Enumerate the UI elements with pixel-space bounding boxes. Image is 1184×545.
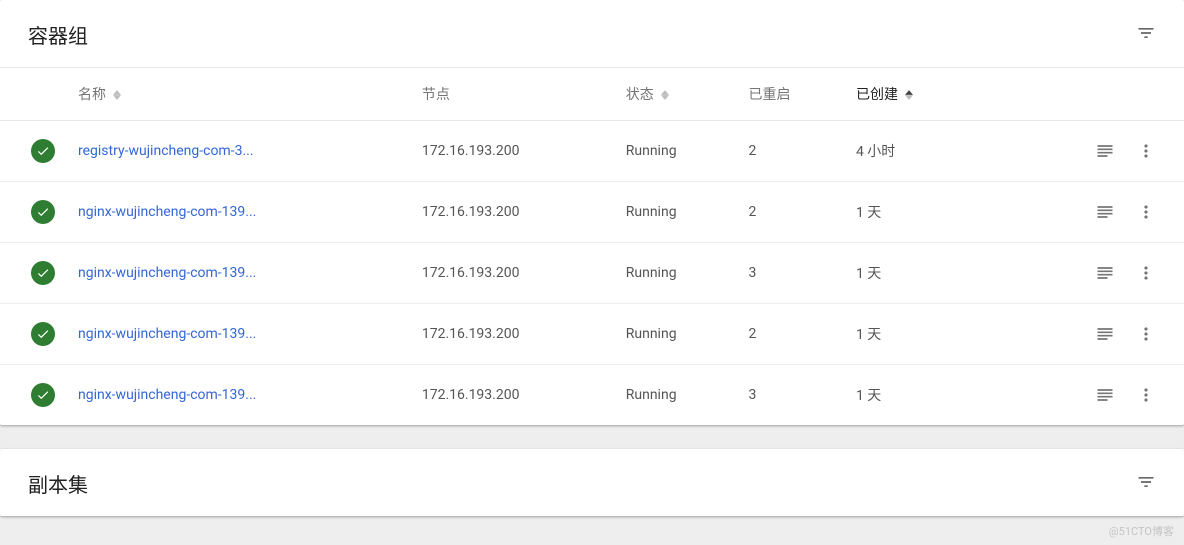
table-row: nginx-wujincheng-com-139... 172.16.193.2… [0,182,1184,243]
column-node[interactable]: 节点 [412,68,616,121]
restarted-cell: 3 [739,243,846,304]
pods-table: 名称 节点 状态 已重启 [0,67,1184,425]
pods-card: 容器组 名称 节点 状态 [0,0,1184,425]
logs-icon[interactable] [1095,385,1115,405]
check-circle-icon [31,200,55,224]
node-cell: 172.16.193.200 [412,182,616,243]
actions-cell [980,304,1184,365]
logs-icon[interactable] [1095,202,1115,222]
created-cell: 4 小时 [846,121,980,182]
pod-name-cell: nginx-wujincheng-com-139... [68,243,412,304]
filter-icon[interactable] [1136,472,1156,496]
table-row: nginx-wujincheng-com-139... 172.16.193.2… [0,365,1184,426]
pod-name-link[interactable]: nginx-wujincheng-com-139... [78,265,256,281]
column-created[interactable]: 已创建 [846,68,980,121]
column-restarted[interactable]: 已重启 [739,68,846,121]
status-indicator-cell [0,121,68,182]
sort-icon [905,90,913,100]
card-title: 容器组 [28,20,88,49]
status-cell: Running [616,121,739,182]
more-vert-icon[interactable] [1136,141,1156,161]
sort-icon [661,90,669,100]
column-restarted-label: 已重启 [749,87,791,103]
more-vert-icon[interactable] [1136,202,1156,222]
logs-icon[interactable] [1095,324,1115,344]
status-indicator-cell [0,182,68,243]
more-vert-icon[interactable] [1136,324,1156,344]
table-row: registry-wujincheng-com-3... 172.16.193.… [0,121,1184,182]
pod-name-link[interactable]: registry-wujincheng-com-3... [78,143,254,159]
status-indicator-cell [0,243,68,304]
restarted-cell: 2 [739,182,846,243]
logs-icon[interactable] [1095,141,1115,161]
pod-name-link[interactable]: nginx-wujincheng-com-139... [78,387,256,403]
status-indicator-cell [0,304,68,365]
created-cell: 1 天 [846,182,980,243]
pod-name-cell: nginx-wujincheng-com-139... [68,365,412,426]
card-title: 副本集 [28,469,88,498]
sort-icon [113,90,121,100]
node-cell: 172.16.193.200 [412,365,616,426]
pod-name-cell: nginx-wujincheng-com-139... [68,304,412,365]
logs-icon[interactable] [1095,263,1115,283]
created-cell: 1 天 [846,365,980,426]
created-cell: 1 天 [846,304,980,365]
actions-cell [980,182,1184,243]
pod-name-cell: nginx-wujincheng-com-139... [68,182,412,243]
status-cell: Running [616,304,739,365]
restarted-cell: 3 [739,365,846,426]
node-cell: 172.16.193.200 [412,243,616,304]
table-row: nginx-wujincheng-com-139... 172.16.193.2… [0,243,1184,304]
actions-cell [980,121,1184,182]
column-name[interactable]: 名称 [0,68,412,121]
column-created-label: 已创建 [856,87,898,103]
more-vert-icon[interactable] [1136,385,1156,405]
status-cell: Running [616,365,739,426]
column-actions [980,68,1184,121]
card-header: 副本集 [0,449,1184,516]
table-header-row: 名称 节点 状态 已重启 [0,68,1184,121]
status-cell: Running [616,243,739,304]
check-circle-icon [31,261,55,285]
restarted-cell: 2 [739,121,846,182]
replicasets-card: 副本集 [0,449,1184,516]
created-cell: 1 天 [846,243,980,304]
node-cell: 172.16.193.200 [412,304,616,365]
table-row: nginx-wujincheng-com-139... 172.16.193.2… [0,304,1184,365]
restarted-cell: 2 [739,304,846,365]
pod-name-link[interactable]: nginx-wujincheng-com-139... [78,326,256,342]
pod-name-cell: registry-wujincheng-com-3... [68,121,412,182]
actions-cell [980,365,1184,426]
actions-cell [980,243,1184,304]
column-node-label: 节点 [422,87,450,103]
pod-name-link[interactable]: nginx-wujincheng-com-139... [78,204,256,220]
check-circle-icon [31,322,55,346]
node-cell: 172.16.193.200 [412,121,616,182]
more-vert-icon[interactable] [1136,263,1156,283]
status-cell: Running [616,182,739,243]
column-name-label: 名称 [78,87,106,103]
column-status[interactable]: 状态 [616,68,739,121]
status-indicator-cell [0,365,68,426]
watermark: @51CTO博客 [1109,523,1174,539]
column-status-label: 状态 [626,87,654,103]
card-header: 容器组 [0,0,1184,67]
filter-icon[interactable] [1136,23,1156,47]
check-circle-icon [31,139,55,163]
check-circle-icon [31,383,55,407]
